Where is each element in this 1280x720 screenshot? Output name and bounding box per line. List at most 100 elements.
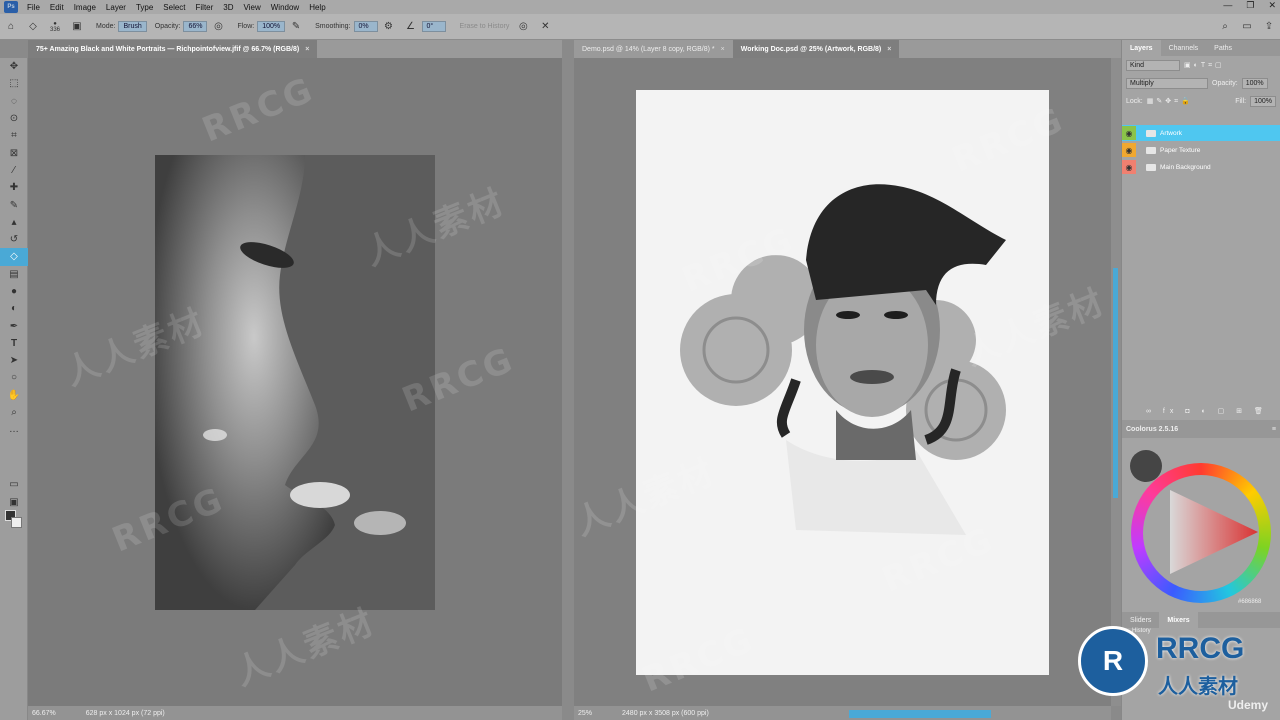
dodge-tool-icon[interactable]: ◐ xyxy=(0,300,28,317)
portrait-artwork xyxy=(680,184,1006,535)
gear-icon[interactable]: ⚙ xyxy=(382,20,396,34)
menu-file[interactable]: File xyxy=(22,3,45,12)
zoom-readout[interactable]: 66.67% xyxy=(32,710,56,717)
layer-opacity-input[interactable]: 100% xyxy=(1241,77,1268,89)
quick-mask-icon[interactable]: ▭ xyxy=(0,476,28,493)
scroll-thumb[interactable] xyxy=(1113,268,1118,498)
filter-icons[interactable]: ▣◐T⌗▢ xyxy=(1184,61,1225,70)
history-brush-tool-icon[interactable]: ↺ xyxy=(0,231,28,248)
shape-tool-icon[interactable]: ○ xyxy=(0,369,28,386)
marquee-tool-icon[interactable]: ⬚ xyxy=(0,75,28,92)
pressure-opacity-icon[interactable]: ◎ xyxy=(211,20,225,34)
horizontal-scrollbar[interactable] xyxy=(849,710,991,718)
menu-3d[interactable]: 3D xyxy=(218,3,238,12)
opacity-input[interactable]: 66% xyxy=(183,21,208,32)
more-tools-icon[interactable]: … xyxy=(0,421,28,438)
maximize-icon[interactable]: ❐ xyxy=(1246,0,1254,11)
kind-filter-select[interactable]: Kind xyxy=(1126,59,1180,71)
home-icon[interactable]: ⌂ xyxy=(4,20,18,34)
search-icon[interactable]: ⌕ xyxy=(1218,20,1232,34)
frame-tool-icon[interactable]: ⊠ xyxy=(0,144,28,161)
hex-value[interactable]: #686868 xyxy=(1238,599,1261,605)
angle-input[interactable]: 0° xyxy=(421,21,446,32)
healing-tool-icon[interactable]: ✚ xyxy=(0,179,28,196)
color-triangle[interactable] xyxy=(1160,482,1260,582)
erase-to-history-label[interactable]: Erase to History xyxy=(460,23,510,30)
layer-action-icons[interactable]: ∞ fx ◘ ◐ ▢ ⊞ 🗑 xyxy=(1146,407,1268,415)
symmetry-icon[interactable]: ✕ xyxy=(538,20,552,34)
menu-edit[interactable]: Edit xyxy=(45,3,69,12)
layer-paper-texture[interactable]: ◉ Paper Texture xyxy=(1122,142,1280,158)
eyedropper-tool-icon[interactable]: ⁄ xyxy=(0,162,28,179)
menu-window[interactable]: Window xyxy=(266,3,304,12)
menu-filter[interactable]: Filter xyxy=(191,3,219,12)
hand-tool-icon[interactable]: ✋ xyxy=(0,387,28,404)
visibility-eye-icon[interactable]: ◉ xyxy=(1122,143,1136,157)
layer-name: Main Background xyxy=(1160,163,1211,171)
eraser-tool-icon[interactable]: ◇ xyxy=(0,248,28,266)
zoom-readout[interactable]: 25% xyxy=(578,710,592,717)
vertical-scrollbar[interactable] xyxy=(1111,58,1121,706)
flow-input[interactable]: 100% xyxy=(257,21,286,32)
brush-tool-icon[interactable]: ✎ xyxy=(0,196,28,213)
lasso-tool-icon[interactable]: ◌ xyxy=(0,93,28,110)
menu-bar: Ps File Edit Image Layer Type Select Fil… xyxy=(0,0,1280,14)
move-tool-icon[interactable]: ✥ xyxy=(0,58,28,75)
brush-preset-icon[interactable]: ● 336 xyxy=(48,20,62,34)
tab-reference-photo[interactable]: 75+ Amazing Black and White Portraits — … xyxy=(28,40,318,58)
lock-icons[interactable]: ▦✎✥⌗🔒 xyxy=(1147,97,1193,106)
blur-tool-icon[interactable]: ● xyxy=(0,283,28,300)
menu-view[interactable]: View xyxy=(239,3,266,12)
eraser-tool-icon[interactable]: ◇ xyxy=(26,20,40,34)
stamp-tool-icon[interactable]: ▴ xyxy=(0,214,28,231)
photoshop-logo-icon: Ps xyxy=(4,1,18,13)
working-canvas[interactable] xyxy=(636,90,1049,675)
panel-menu-icon[interactable]: ≡ xyxy=(1272,426,1276,433)
pen-tool-icon[interactable]: ✒ xyxy=(0,317,28,334)
tab-layers[interactable]: Layers xyxy=(1122,40,1161,56)
gradient-tool-icon[interactable]: ▤ xyxy=(0,266,28,283)
coolorus-title: Coolorus 2.5.16 xyxy=(1126,425,1179,433)
menu-select[interactable]: Select xyxy=(158,3,190,12)
screen-mode-icon[interactable]: ▣ xyxy=(0,494,28,511)
background-color-swatch[interactable] xyxy=(11,517,22,528)
visibility-eye-icon[interactable]: ◉ xyxy=(1122,126,1136,140)
tab-channels[interactable]: Channels xyxy=(1161,40,1207,56)
workspace-icon[interactable]: ▭ xyxy=(1240,20,1254,34)
close-icon[interactable]: × xyxy=(887,46,891,53)
layer-main-background[interactable]: ◉ Main Background xyxy=(1122,159,1280,175)
type-tool-icon[interactable]: T xyxy=(0,335,28,352)
menu-layer[interactable]: Layer xyxy=(101,3,131,12)
blend-mode-select[interactable]: Multiply xyxy=(1126,77,1208,89)
close-icon[interactable]: × xyxy=(721,46,725,53)
tab-paths[interactable]: Paths xyxy=(1206,40,1240,56)
minimize-icon[interactable]: — xyxy=(1223,0,1232,11)
close-icon[interactable]: × xyxy=(305,46,309,53)
tab-working-doc[interactable]: Working Doc.psd @ 25% (Artwork, RGB/8) × xyxy=(732,40,900,58)
zoom-tool-icon[interactable]: ⌕ xyxy=(0,404,28,421)
airbrush-icon[interactable]: ✎ xyxy=(289,20,303,34)
pressure-size-icon[interactable]: ◎ xyxy=(516,20,530,34)
quick-select-tool-icon[interactable]: ⊙ xyxy=(0,110,28,127)
menu-type[interactable]: Type xyxy=(131,3,158,12)
options-bar: ⌂ ◇ ● 336 ▣ Mode: Brush Opacity: 66% ◎ Fl… xyxy=(0,14,1280,40)
menu-image[interactable]: Image xyxy=(69,3,101,12)
close-icon[interactable]: ✕ xyxy=(1268,0,1276,11)
window-controls: — ❐ ✕ xyxy=(1223,0,1276,11)
smoothing-input[interactable]: 0% xyxy=(353,21,378,32)
folder-icon xyxy=(1146,163,1156,171)
tab-demo[interactable]: Demo.psd @ 14% (Layer 8 copy, RGB/8) * × xyxy=(574,40,733,58)
layer-actions-row[interactable]: ∞ fx ◘ ◐ ▢ ⊞ 🗑 xyxy=(1142,402,1272,420)
layer-name: Paper Texture xyxy=(1160,146,1201,154)
visibility-eye-icon[interactable]: ◉ xyxy=(1122,160,1136,174)
share-icon[interactable]: ⇪ xyxy=(1262,20,1276,34)
fill-input[interactable]: 100% xyxy=(1250,95,1276,107)
brush-settings-icon[interactable]: ▣ xyxy=(70,20,84,34)
lock-row: Lock: ▦✎✥⌗🔒 Fill: 100% xyxy=(1122,92,1280,110)
layer-artwork[interactable]: ◉ Artwork xyxy=(1122,125,1280,141)
mode-select[interactable]: Brush xyxy=(118,21,147,32)
path-select-tool-icon[interactable]: ➤ xyxy=(0,352,28,369)
menu-help[interactable]: Help xyxy=(304,3,330,12)
layers-panel-tabs: Layers Channels Paths xyxy=(1122,40,1280,56)
crop-tool-icon[interactable]: ⌗ xyxy=(0,127,28,144)
